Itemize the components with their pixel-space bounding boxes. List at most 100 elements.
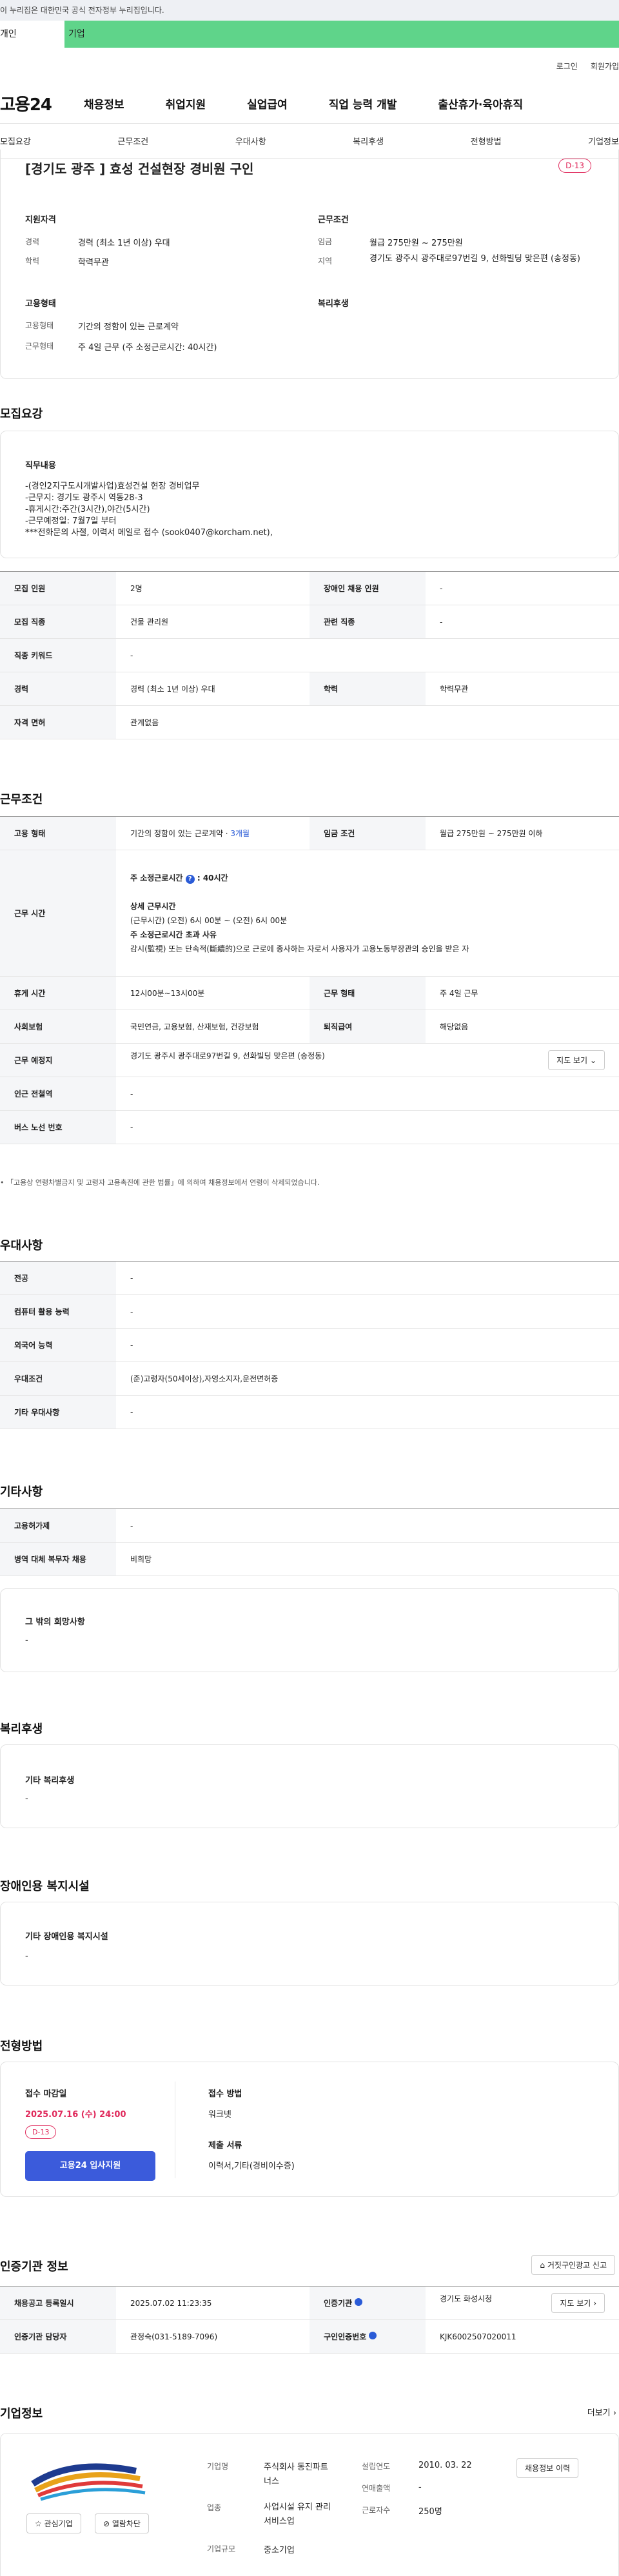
- info-icon[interactable]: [369, 2332, 377, 2339]
- cert-map-button[interactable]: 지도 보기 ›: [551, 2293, 605, 2313]
- cell-value: 2025.07.02 11:23:35: [116, 2286, 310, 2320]
- emp-type-label: 고용형태: [25, 321, 54, 330]
- welfare-box-value: -: [25, 1794, 28, 1804]
- more-link-label: 더보기: [587, 2408, 611, 2418]
- career-label: 경력: [25, 237, 40, 246]
- weekly-hours-label: 주 소정근로시간: [130, 873, 183, 883]
- size-value: 중소기업: [264, 2546, 295, 2555]
- info-icon[interactable]: [355, 2298, 363, 2306]
- cell-label: 인근 전철역: [0, 1077, 116, 1111]
- nav-training[interactable]: 직업 능력 개발: [329, 95, 397, 112]
- career-value: 경력 (최소 1년 이상) 우대: [78, 239, 170, 248]
- report-button-label: 거짓구인광고 신고: [547, 2261, 607, 2270]
- work-heading: 근무조건: [0, 793, 43, 806]
- interest-button[interactable]: ☆ 관심기업: [26, 2513, 81, 2533]
- block-button[interactable]: ⊘ 열람차단: [95, 2513, 150, 2533]
- job-content-heading: 직무내용: [25, 461, 56, 471]
- cell-label: 구인인증번호: [310, 2319, 426, 2354]
- edu-label: 학력: [25, 257, 40, 266]
- welfare-section-heading: 복리후생: [0, 1722, 43, 1736]
- cell-label: 퇴직급여: [310, 1010, 426, 1044]
- dday-badge: D-13: [558, 159, 591, 173]
- signup-link[interactable]: 회원가입: [591, 61, 619, 72]
- cell-value: 관정숙(031-5189-7096): [116, 2319, 310, 2354]
- more-link[interactable]: 더보기 ›: [587, 2406, 616, 2418]
- job-content-box: 직무내용 -(경인2지구도시개발사업)효성건설 현장 경비업무 -근무지: 경기…: [0, 431, 619, 558]
- wage-value: 월급 275만원 ~ 275만원: [369, 239, 463, 248]
- other-wish-value: -: [25, 1635, 28, 1645]
- home-icon: ⌂: [540, 2261, 545, 2270]
- company-name-label: 기업명: [207, 2462, 229, 2471]
- size-label: 기업규모: [207, 2544, 236, 2553]
- tab-selection[interactable]: 전형방법: [471, 135, 502, 147]
- company-box: ☆ 관심기업 ⊘ 열람차단 기업명 주식회사 동진파트너스 업종 사업시설 유지…: [0, 2433, 619, 2576]
- edu-value: 학력무관: [78, 258, 109, 268]
- welfare-box-heading: 기타 복리후생: [25, 1776, 75, 1786]
- gov-banner: 이 누리집은 대한민국 공식 전자정부 누리집입니다.: [0, 0, 619, 21]
- table-row: 근무 시간 주 소정근로시간 ? : 40시간 상세 근무시간 (근무시간) (…: [0, 850, 619, 977]
- main-nav: 고용24 채용정보 취업지원 실업급여 직업 능력 개발 출산휴가·육아휴직: [0, 84, 619, 124]
- pref-heading: 우대사항: [0, 1239, 43, 1253]
- etc-heading: 기타사항: [0, 1485, 43, 1499]
- tab-recruit[interactable]: 모집요강: [0, 135, 31, 147]
- disab-box: 기타 장애인용 복지시설 -: [0, 1902, 619, 1986]
- hours-cell: 주 소정근로시간 ? : 40시간 상세 근무시간 (근무시간) (오전) 6시…: [116, 850, 619, 977]
- tab-preference[interactable]: 우대사항: [235, 135, 266, 147]
- company-logo: [26, 2458, 149, 2506]
- gov-banner-text: 이 누리집은 대한민국 공식 전자정부 누리집입니다.: [0, 6, 164, 15]
- cert-agency-label: 인증기관: [324, 2299, 353, 2308]
- area-label: 지역: [318, 257, 333, 266]
- disab-heading: 장애인용 복지시설: [0, 1880, 90, 1893]
- founded-label: 설립연도: [362, 2462, 391, 2471]
- report-button[interactable]: ⌂ 거짓구인광고 신고: [531, 2255, 615, 2275]
- table-row: 외국어 능력 -: [0, 1328, 619, 1362]
- table-row: 전공 -: [0, 1261, 619, 1295]
- site-logo[interactable]: 고용24: [0, 92, 84, 115]
- nav-jobs[interactable]: 채용정보: [84, 95, 124, 112]
- cell-value: 주 4일 근무: [426, 976, 619, 1010]
- nav-employment-support[interactable]: 취업지원: [166, 95, 206, 112]
- overtime-label: 주 소정근로시간 초과 사유: [130, 930, 217, 939]
- table-row: 인근 전철역 -: [0, 1077, 619, 1111]
- cell-value: -: [116, 638, 619, 672]
- weekly-hours-value: : 40시간: [197, 873, 228, 883]
- age-note: • 「고용상 연령차별금지 및 고령자 고용촉진에 관한 법률」에 의하여 채용…: [0, 1178, 320, 1187]
- apply-button[interactable]: 고용24 입사지원: [25, 2151, 155, 2181]
- table-row: 인증기관 담당자 관정숙(031-5189-7096) 구인인증번호 KJK6002…: [0, 2319, 619, 2354]
- history-button[interactable]: 채용정보 이력: [516, 2458, 579, 2478]
- cell-value: 기간의 정함이 있는 근로계약 · 3개월: [116, 816, 310, 850]
- nav-parental-leave[interactable]: 출산휴가·육아휴직: [438, 95, 523, 112]
- disab-box-value: -: [25, 1951, 28, 1961]
- tab-welfare[interactable]: 복리후생: [353, 135, 384, 147]
- cell-value: -: [426, 605, 619, 639]
- table-row: 고용허가제 -: [0, 1508, 619, 1543]
- nav-unemployment[interactable]: 실업급여: [247, 95, 288, 112]
- apply-heading: 전형방법: [0, 2040, 43, 2053]
- founded-value: 2010. 03. 22: [418, 2461, 472, 2470]
- map-button[interactable]: 지도 보기 ⌄: [548, 1050, 605, 1070]
- weekly-hours: 주 소정근로시간 ? : 40시간: [130, 871, 605, 885]
- tab-conditions[interactable]: 근무조건: [117, 135, 148, 147]
- apply-box: 접수 마감일 2025.07.16 (수) 24:00 D-13 고용24 입사…: [0, 2062, 619, 2197]
- tab-company[interactable]: 기업: [64, 21, 619, 48]
- cell-label: 임금 조건: [310, 816, 426, 850]
- work-table: 고용 형태 기간의 정함이 있는 근로계약 · 3개월 임금 조건 월급 275만원 …: [0, 816, 619, 1144]
- tab-personal[interactable]: 개인: [0, 21, 64, 48]
- interest-label: 관심기업: [44, 2519, 73, 2528]
- table-row: 모집 직종 건물 관리원 관련 직종 -: [0, 605, 619, 639]
- cell-value: 관계없음: [116, 705, 619, 739]
- emp-heading: 고용형태: [25, 299, 56, 309]
- info-icon[interactable]: ?: [185, 874, 195, 884]
- cell-value: -: [116, 1508, 619, 1543]
- tab-company-info[interactable]: 기업정보: [588, 135, 619, 147]
- cell-value: 건물 관리원: [116, 605, 310, 639]
- login-link[interactable]: 로그인: [556, 61, 578, 72]
- docs-label: 제출 서류: [208, 2141, 242, 2151]
- cell-value: -: [116, 1294, 619, 1329]
- cell-label: 컴퓨터 활용 능력: [0, 1294, 116, 1329]
- overtime-text: 감시(監視) 또는 단속적(斷續的)으로 근로에 종사하는 자로서 사용자가 고…: [130, 944, 469, 953]
- cell-value: -: [426, 571, 619, 605]
- docs-value: 이력서,기타(경비이수증): [208, 2161, 295, 2171]
- cell-label: 모집 인원: [0, 571, 116, 605]
- util-menu: 로그인 회원가입: [0, 48, 619, 84]
